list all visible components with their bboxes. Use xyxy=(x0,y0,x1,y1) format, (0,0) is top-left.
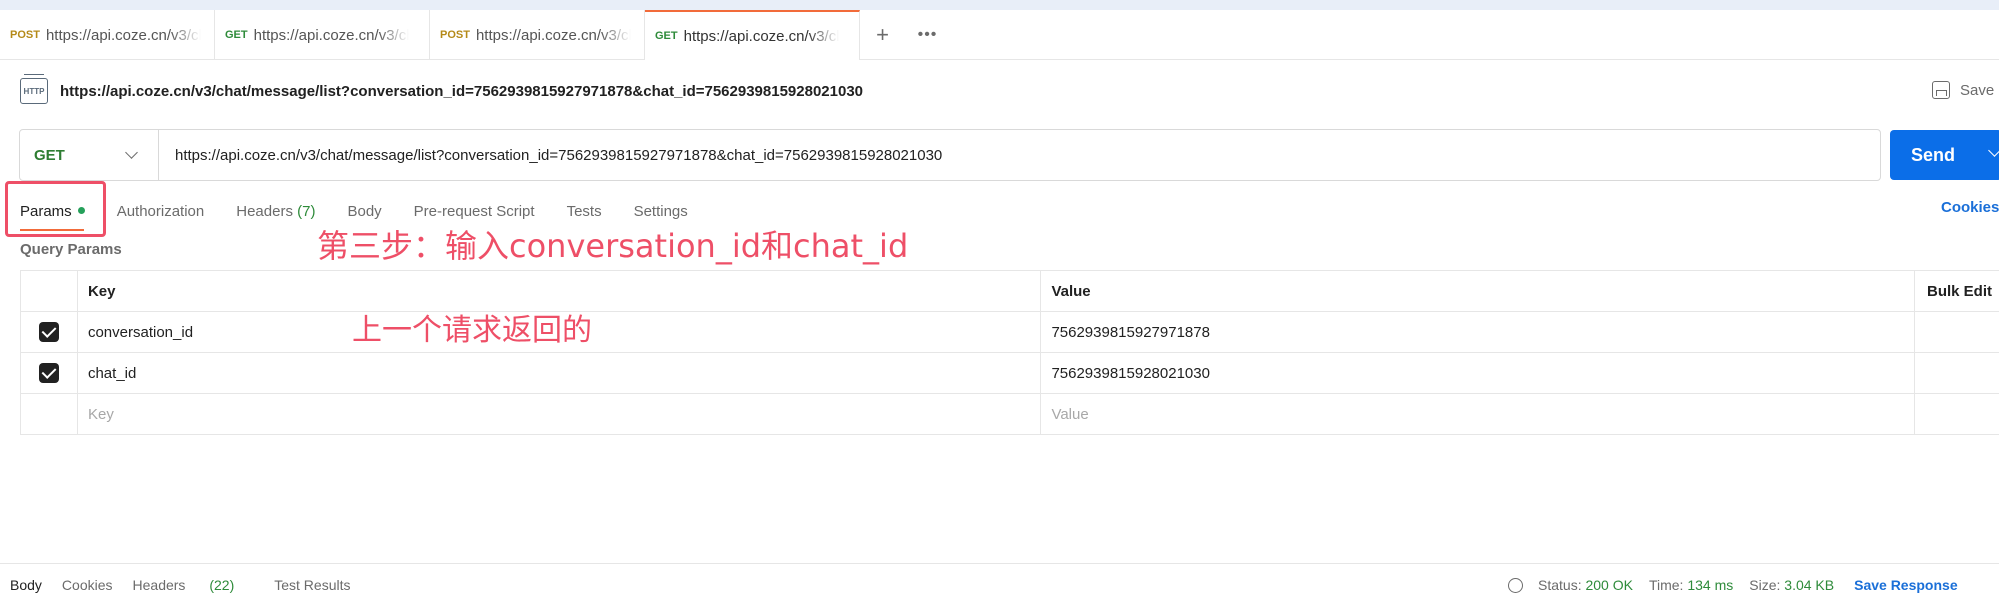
table-header-row: Key Value Bulk Edit xyxy=(21,271,1999,312)
response-headers-label: Headers xyxy=(133,577,186,593)
response-tab-headers[interactable]: Headers (22) xyxy=(133,577,255,593)
tab-url: https://api.coze.cn/v3/chat xyxy=(476,27,631,44)
annotation-step3: 第三步：输入conversation_id和chat_id xyxy=(317,221,908,267)
param-extra-cell xyxy=(1915,353,1999,394)
param-key[interactable]: conversation_id xyxy=(77,312,1040,353)
request-tab-1[interactable]: POST https://api.coze.cn/v3/chat xyxy=(0,10,215,60)
annotation-highlight-box xyxy=(5,181,106,237)
response-status: Status: 200 OK Time: 134 ms Size: 3.04 K… xyxy=(1508,577,1958,593)
row-check-cell xyxy=(21,394,78,435)
table-row: conversation_id 7562939815927971878 xyxy=(21,312,1999,353)
param-value[interactable]: 7562939815927971878 xyxy=(1041,312,1915,353)
tab-body[interactable]: Body xyxy=(347,203,381,220)
response-tab-test-results[interactable]: Test Results xyxy=(274,577,350,593)
status-value: 200 OK xyxy=(1585,577,1632,593)
time-label: Time: xyxy=(1649,577,1683,593)
new-param-value-input[interactable]: Value xyxy=(1041,394,1915,435)
request-tab-2[interactable]: GET https://api.coze.cn/v3/chat/retrieve xyxy=(215,10,430,60)
row-check-cell xyxy=(21,353,78,394)
save-icon xyxy=(1932,81,1950,99)
http-icon: HTTP xyxy=(20,78,48,104)
new-tab-plus-icon[interactable]: + xyxy=(860,10,905,60)
header-check-cell xyxy=(21,271,78,312)
save-button[interactable]: Save xyxy=(1932,78,1994,102)
tab-method-post: POST xyxy=(10,29,40,41)
chevron-down-icon xyxy=(125,146,138,159)
tab-settings[interactable]: Settings xyxy=(634,203,688,220)
request-tabs-bar: POST https://api.coze.cn/v3/chat GET htt… xyxy=(0,10,1999,60)
size-label: Size: xyxy=(1749,577,1780,593)
tab-authorization[interactable]: Authorization xyxy=(117,203,205,220)
window-top-strip xyxy=(0,0,1999,10)
header-key: Key xyxy=(77,271,1040,312)
globe-icon[interactable] xyxy=(1508,578,1523,593)
request-tab-4-active[interactable]: GET https://api.coze.cn/v3/chat/message/… xyxy=(645,10,860,60)
query-params-label: Query Params xyxy=(20,241,122,258)
tab-method-post: POST xyxy=(440,29,470,41)
response-tab-cookies[interactable]: Cookies xyxy=(62,577,113,593)
param-extra-cell xyxy=(1915,312,1999,353)
response-tabs: Body Cookies Headers (22) Test Results xyxy=(10,577,370,593)
param-value[interactable]: 7562939815928021030 xyxy=(1041,353,1915,394)
new-param-key-input[interactable]: Key xyxy=(77,394,1040,435)
tab-url: https://api.coze.cn/v3/chat/retrieve xyxy=(254,27,409,44)
more-tabs-ellipsis-icon[interactable]: ••• xyxy=(905,10,950,60)
tab-tests[interactable]: Tests xyxy=(567,203,602,220)
send-button[interactable]: Send xyxy=(1890,130,1999,180)
save-response-button[interactable]: Save Response xyxy=(1854,577,1958,593)
tab-pre-request-script[interactable]: Pre-request Script xyxy=(414,203,535,220)
row-check-cell xyxy=(21,312,78,353)
method-select-value: GET xyxy=(34,147,65,164)
size-value: 3.04 KB xyxy=(1784,577,1834,593)
url-input[interactable] xyxy=(159,130,1880,180)
save-label: Save xyxy=(1960,82,1994,99)
send-label: Send xyxy=(1911,145,1955,166)
cookies-link[interactable]: Cookies xyxy=(1941,199,1999,216)
param-checkbox[interactable] xyxy=(39,363,59,383)
tab-headers-label: Headers xyxy=(236,203,293,220)
request-tab-3[interactable]: POST https://api.coze.cn/v3/chat xyxy=(430,10,645,60)
query-params-table: Key Value Bulk Edit conversation_id 7562… xyxy=(20,270,1999,435)
request-title[interactable]: https://api.coze.cn/v3/chat/message/list… xyxy=(60,83,863,100)
time-value: 134 ms xyxy=(1687,577,1733,593)
param-key[interactable]: chat_id xyxy=(77,353,1040,394)
url-bar: GET xyxy=(19,129,1881,181)
tab-method-get: GET xyxy=(225,29,248,41)
request-title-row: HTTP https://api.coze.cn/v3/chat/message… xyxy=(20,76,863,106)
table-row-empty: Key Value xyxy=(21,394,1999,435)
send-chevron-down-icon[interactable] xyxy=(1988,144,1999,157)
tab-url: https://api.coze.cn/v3/chat/message/list xyxy=(684,28,839,45)
headers-count: (7) xyxy=(297,203,315,220)
response-bar: Body Cookies Headers (22) Test Results S… xyxy=(0,563,1999,584)
table-row: chat_id 7562939815928021030 xyxy=(21,353,1999,394)
bulk-edit-button[interactable]: Bulk Edit xyxy=(1915,271,1999,312)
response-tab-body[interactable]: Body xyxy=(10,577,42,593)
tab-method-get: GET xyxy=(655,30,678,42)
param-extra-cell xyxy=(1915,394,1999,435)
method-select[interactable]: GET xyxy=(20,130,159,180)
tab-url: https://api.coze.cn/v3/chat xyxy=(46,27,201,44)
tab-headers[interactable]: Headers (7) xyxy=(236,203,315,220)
response-headers-count: (22) xyxy=(209,577,234,593)
status-label: Status: xyxy=(1538,577,1582,593)
header-value: Value xyxy=(1041,271,1915,312)
param-checkbox[interactable] xyxy=(39,322,59,342)
